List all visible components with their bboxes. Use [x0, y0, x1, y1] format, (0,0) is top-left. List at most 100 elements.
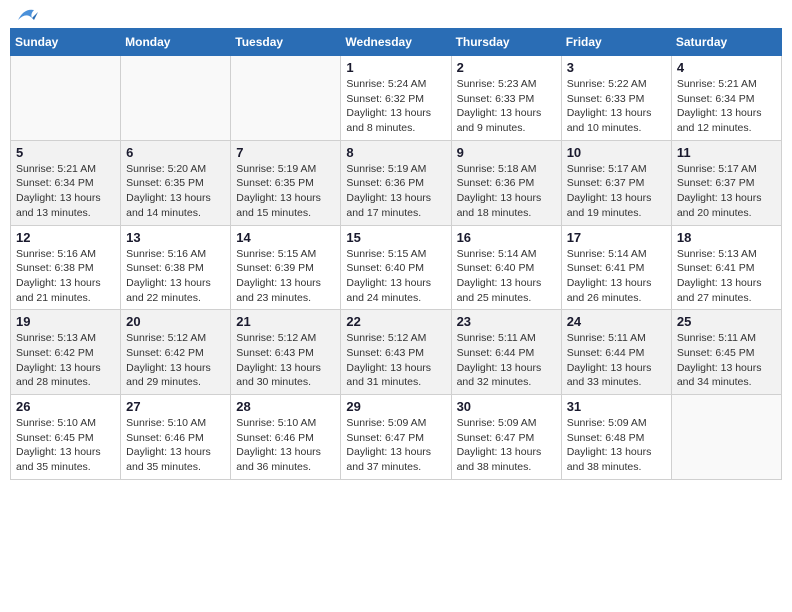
- day-number: 19: [16, 314, 115, 329]
- weekday-header-wednesday: Wednesday: [341, 29, 451, 56]
- calendar-cell: 12 Sunrise: 5:16 AM Sunset: 6:38 PM Dayli…: [11, 225, 121, 310]
- calendar-cell: 23 Sunrise: 5:11 AM Sunset: 6:44 PM Dayli…: [451, 310, 561, 395]
- calendar-week-row: 12 Sunrise: 5:16 AM Sunset: 6:38 PM Dayli…: [11, 225, 782, 310]
- day-number: 12: [16, 230, 115, 245]
- day-number: 3: [567, 60, 666, 75]
- day-number: 6: [126, 145, 225, 160]
- day-info: Sunrise: 5:22 AM Sunset: 6:33 PM Dayligh…: [567, 77, 666, 136]
- day-number: 8: [346, 145, 445, 160]
- weekday-header-saturday: Saturday: [671, 29, 781, 56]
- day-number: 7: [236, 145, 335, 160]
- calendar-cell: [121, 56, 231, 141]
- day-info: Sunrise: 5:24 AM Sunset: 6:32 PM Dayligh…: [346, 77, 445, 136]
- day-info: Sunrise: 5:12 AM Sunset: 6:42 PM Dayligh…: [126, 331, 225, 390]
- day-number: 26: [16, 399, 115, 414]
- day-info: Sunrise: 5:19 AM Sunset: 6:36 PM Dayligh…: [346, 162, 445, 221]
- day-number: 15: [346, 230, 445, 245]
- calendar-cell: [11, 56, 121, 141]
- day-number: 25: [677, 314, 776, 329]
- day-info: Sunrise: 5:13 AM Sunset: 6:41 PM Dayligh…: [677, 247, 776, 306]
- weekday-header-monday: Monday: [121, 29, 231, 56]
- day-number: 24: [567, 314, 666, 329]
- weekday-header-thursday: Thursday: [451, 29, 561, 56]
- day-info: Sunrise: 5:17 AM Sunset: 6:37 PM Dayligh…: [677, 162, 776, 221]
- logo-bird-icon: [16, 6, 38, 24]
- day-info: Sunrise: 5:11 AM Sunset: 6:44 PM Dayligh…: [567, 331, 666, 390]
- calendar-cell: 24 Sunrise: 5:11 AM Sunset: 6:44 PM Dayli…: [561, 310, 671, 395]
- calendar-cell: 6 Sunrise: 5:20 AM Sunset: 6:35 PM Daylig…: [121, 140, 231, 225]
- day-number: 31: [567, 399, 666, 414]
- day-number: 30: [457, 399, 556, 414]
- day-number: 27: [126, 399, 225, 414]
- calendar-week-row: 5 Sunrise: 5:21 AM Sunset: 6:34 PM Daylig…: [11, 140, 782, 225]
- calendar-cell: 15 Sunrise: 5:15 AM Sunset: 6:40 PM Dayli…: [341, 225, 451, 310]
- day-info: Sunrise: 5:14 AM Sunset: 6:41 PM Dayligh…: [567, 247, 666, 306]
- calendar-cell: 26 Sunrise: 5:10 AM Sunset: 6:45 PM Dayli…: [11, 395, 121, 480]
- day-number: 9: [457, 145, 556, 160]
- day-number: 16: [457, 230, 556, 245]
- day-number: 14: [236, 230, 335, 245]
- weekday-header-tuesday: Tuesday: [231, 29, 341, 56]
- day-info: Sunrise: 5:17 AM Sunset: 6:37 PM Dayligh…: [567, 162, 666, 221]
- day-info: Sunrise: 5:19 AM Sunset: 6:35 PM Dayligh…: [236, 162, 335, 221]
- calendar-cell: 30Sunrise: 5:09 AM Sunset: 6:47 PM Dayli…: [451, 395, 561, 480]
- day-number: 20: [126, 314, 225, 329]
- calendar-cell: 27Sunrise: 5:10 AM Sunset: 6:46 PM Dayli…: [121, 395, 231, 480]
- page-header: [10, 10, 782, 20]
- day-number: 13: [126, 230, 225, 245]
- calendar-cell: [231, 56, 341, 141]
- day-info: Sunrise: 5:16 AM Sunset: 6:38 PM Dayligh…: [126, 247, 225, 306]
- calendar-week-row: 26 Sunrise: 5:10 AM Sunset: 6:45 PM Dayli…: [11, 395, 782, 480]
- day-number: 17: [567, 230, 666, 245]
- day-number: 10: [567, 145, 666, 160]
- day-number: 28: [236, 399, 335, 414]
- day-info: Sunrise: 5:14 AM Sunset: 6:40 PM Dayligh…: [457, 247, 556, 306]
- calendar-cell: 31 Sunrise: 5:09 AM Sunset: 6:48 PM Dayli…: [561, 395, 671, 480]
- day-number: 23: [457, 314, 556, 329]
- calendar-cell: 10 Sunrise: 5:17 AM Sunset: 6:37 PM Dayli…: [561, 140, 671, 225]
- day-info: Sunrise: 5:21 AM Sunset: 6:34 PM Dayligh…: [16, 162, 115, 221]
- day-info: Sunrise: 5:20 AM Sunset: 6:35 PM Dayligh…: [126, 162, 225, 221]
- calendar-cell: 20 Sunrise: 5:12 AM Sunset: 6:42 PM Dayli…: [121, 310, 231, 395]
- day-number: 4: [677, 60, 776, 75]
- calendar-cell: [671, 395, 781, 480]
- day-number: 21: [236, 314, 335, 329]
- calendar-cell: 8 Sunrise: 5:19 AM Sunset: 6:36 PM Daylig…: [341, 140, 451, 225]
- weekday-header-friday: Friday: [561, 29, 671, 56]
- calendar-cell: 22 Sunrise: 5:12 AM Sunset: 6:43 PM Dayli…: [341, 310, 451, 395]
- day-number: 5: [16, 145, 115, 160]
- day-info: Sunrise: 5:13 AM Sunset: 6:42 PM Dayligh…: [16, 331, 115, 390]
- calendar-cell: 25 Sunrise: 5:11 AM Sunset: 6:45 PM Dayli…: [671, 310, 781, 395]
- logo: [14, 10, 38, 20]
- day-info: Sunrise: 5:09 AM Sunset: 6:47 PM Dayligh…: [346, 416, 445, 475]
- calendar-cell: 2 Sunrise: 5:23 AM Sunset: 6:33 PM Daylig…: [451, 56, 561, 141]
- day-info: Sunrise: 5:11 AM Sunset: 6:45 PM Dayligh…: [677, 331, 776, 390]
- calendar-cell: 9 Sunrise: 5:18 AM Sunset: 6:36 PM Daylig…: [451, 140, 561, 225]
- day-info: Sunrise: 5:11 AM Sunset: 6:44 PM Dayligh…: [457, 331, 556, 390]
- day-number: 22: [346, 314, 445, 329]
- calendar-cell: 18 Sunrise: 5:13 AM Sunset: 6:41 PM Dayli…: [671, 225, 781, 310]
- calendar-cell: 13 Sunrise: 5:16 AM Sunset: 6:38 PM Dayli…: [121, 225, 231, 310]
- calendar-week-row: 1 Sunrise: 5:24 AM Sunset: 6:32 PM Daylig…: [11, 56, 782, 141]
- day-number: 1: [346, 60, 445, 75]
- calendar-cell: 1 Sunrise: 5:24 AM Sunset: 6:32 PM Daylig…: [341, 56, 451, 141]
- day-info: Sunrise: 5:18 AM Sunset: 6:36 PM Dayligh…: [457, 162, 556, 221]
- calendar-cell: 29 Sunrise: 5:09 AM Sunset: 6:47 PM Dayli…: [341, 395, 451, 480]
- day-info: Sunrise: 5:09 AM Sunset: 6:48 PM Dayligh…: [567, 416, 666, 475]
- calendar-table: SundayMondayTuesdayWednesdayThursdayFrid…: [10, 28, 782, 480]
- calendar-cell: 28Sunrise: 5:10 AM Sunset: 6:46 PM Dayli…: [231, 395, 341, 480]
- day-number: 18: [677, 230, 776, 245]
- calendar-cell: 17 Sunrise: 5:14 AM Sunset: 6:41 PM Dayli…: [561, 225, 671, 310]
- day-info: Sunrise: 5:23 AM Sunset: 6:33 PM Dayligh…: [457, 77, 556, 136]
- day-info: Sunrise: 5:12 AM Sunset: 6:43 PM Dayligh…: [346, 331, 445, 390]
- day-info: Sunrise: 5:10 AM Sunset: 6:45 PM Dayligh…: [16, 416, 115, 475]
- calendar-cell: 4Sunrise: 5:21 AM Sunset: 6:34 PM Daylig…: [671, 56, 781, 141]
- day-info: Sunrise: 5:15 AM Sunset: 6:40 PM Dayligh…: [346, 247, 445, 306]
- calendar-week-row: 19 Sunrise: 5:13 AM Sunset: 6:42 PM Dayli…: [11, 310, 782, 395]
- day-number: 2: [457, 60, 556, 75]
- day-number: 29: [346, 399, 445, 414]
- calendar-cell: 19 Sunrise: 5:13 AM Sunset: 6:42 PM Dayli…: [11, 310, 121, 395]
- calendar-cell: 7 Sunrise: 5:19 AM Sunset: 6:35 PM Daylig…: [231, 140, 341, 225]
- weekday-header-row: SundayMondayTuesdayWednesdayThursdayFrid…: [11, 29, 782, 56]
- day-info: Sunrise: 5:16 AM Sunset: 6:38 PM Dayligh…: [16, 247, 115, 306]
